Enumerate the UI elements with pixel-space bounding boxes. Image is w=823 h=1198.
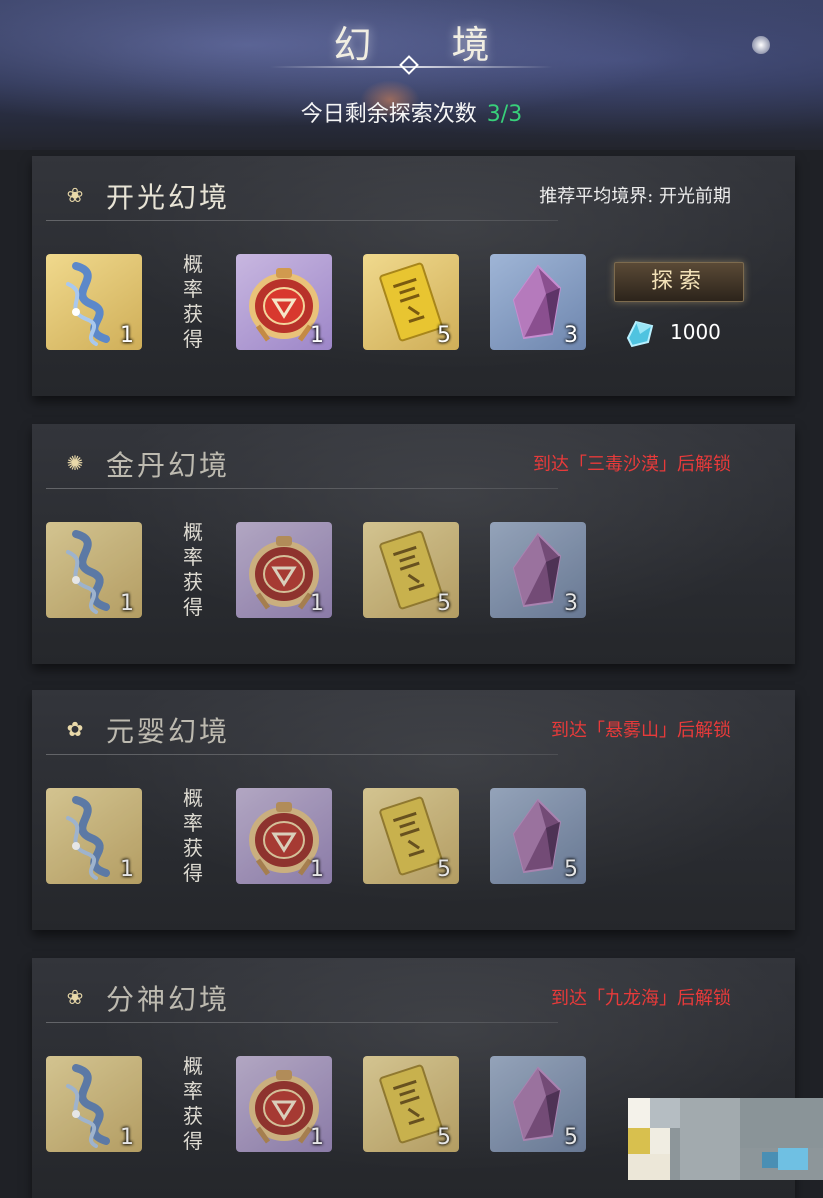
drop-tile[interactable]: 3	[490, 254, 586, 350]
realm-divider	[46, 488, 558, 489]
drop-count: 5	[437, 323, 451, 348]
lotus-emblem-icon: ❀	[66, 183, 84, 207]
drop-count: 5	[564, 1125, 578, 1150]
reward-tile[interactable]: 1	[46, 522, 142, 618]
unlock-condition: 到达「九龙海」后解锁	[551, 988, 731, 1009]
header-banner: 幻 境 今日剩余探索次数 3/3	[0, 0, 823, 150]
drop-count: 3	[564, 323, 578, 348]
realm-name: 金丹幻境	[106, 449, 231, 482]
realm-name: 开光幻境	[106, 181, 231, 214]
drop-tile[interactable]: 1	[236, 788, 332, 884]
probability-label: 概率获得	[183, 1054, 203, 1153]
drop-count: 1	[310, 591, 324, 616]
explore-button[interactable]: 探索	[614, 262, 744, 302]
probability-label: 概率获得	[183, 520, 203, 619]
realm-divider	[46, 1022, 558, 1023]
drop-tile[interactable]: 1	[236, 1056, 332, 1152]
lotus-emblem-icon: ✿	[66, 717, 84, 741]
drop-tile[interactable]: 5	[490, 788, 586, 884]
realm-name: 元婴幻境	[106, 715, 231, 748]
drop-count: 5	[437, 1125, 451, 1150]
drop-count: 1	[310, 1125, 324, 1150]
probability-label: 概率获得	[183, 252, 203, 351]
realm-divider	[46, 754, 558, 755]
mosaic-watermark	[628, 1098, 823, 1180]
spirit-stone-icon	[626, 320, 654, 348]
drop-tile[interactable]: 1	[236, 522, 332, 618]
realm-name: 分神幻境	[106, 983, 231, 1016]
drop-tile[interactable]: 5	[363, 254, 459, 350]
explore-count: 今日剩余探索次数 3/3	[0, 96, 823, 128]
unlock-condition: 到达「悬雾山」后解锁	[551, 720, 731, 741]
drop-tile[interactable]: 5	[363, 788, 459, 884]
lotus-emblem-icon: ❀	[66, 985, 84, 1009]
drop-tile[interactable]: 3	[490, 522, 586, 618]
drop-tile[interactable]: 1	[236, 254, 332, 350]
reward-count: 1	[120, 323, 134, 348]
drop-count: 5	[564, 857, 578, 882]
realm-divider	[46, 220, 558, 221]
drop-count: 1	[310, 857, 324, 882]
drop-tile[interactable]: 5	[363, 1056, 459, 1152]
reward-tile[interactable]: 1	[46, 788, 142, 884]
recommended-level: 推荐平均境界: 开光前期	[539, 186, 731, 207]
drop-count: 5	[437, 857, 451, 882]
reward-count: 1	[120, 857, 134, 882]
realm-card: ❀ 开光幻境 推荐平均境界: 开光前期 1 概率获得 1 5 3 探索 1000	[32, 156, 795, 396]
reward-tile[interactable]: 1	[46, 254, 142, 350]
reward-tile[interactable]: 1	[46, 1056, 142, 1152]
drop-count: 1	[310, 323, 324, 348]
drop-count: 5	[437, 591, 451, 616]
reward-count: 1	[120, 1125, 134, 1150]
lotus-emblem-icon: ✺	[66, 451, 84, 475]
probability-label: 概率获得	[183, 786, 203, 885]
explore-cost-value: 1000	[670, 320, 721, 344]
explore-cost: 1000	[622, 316, 762, 350]
explore-count-label: 今日剩余探索次数	[300, 102, 477, 127]
unlock-condition: 到达「三毒沙漠」后解锁	[533, 454, 731, 475]
drop-count: 3	[564, 591, 578, 616]
reward-count: 1	[120, 591, 134, 616]
realm-card: ✺ 金丹幻境 到达「三毒沙漠」后解锁 1 概率获得 1 5 3	[32, 424, 795, 664]
drop-tile[interactable]: 5	[490, 1056, 586, 1152]
realm-card: ✿ 元婴幻境 到达「悬雾山」后解锁 1 概率获得 1 5 5	[32, 690, 795, 930]
explore-count-value: 3/3	[486, 102, 523, 127]
drop-tile[interactable]: 5	[363, 522, 459, 618]
